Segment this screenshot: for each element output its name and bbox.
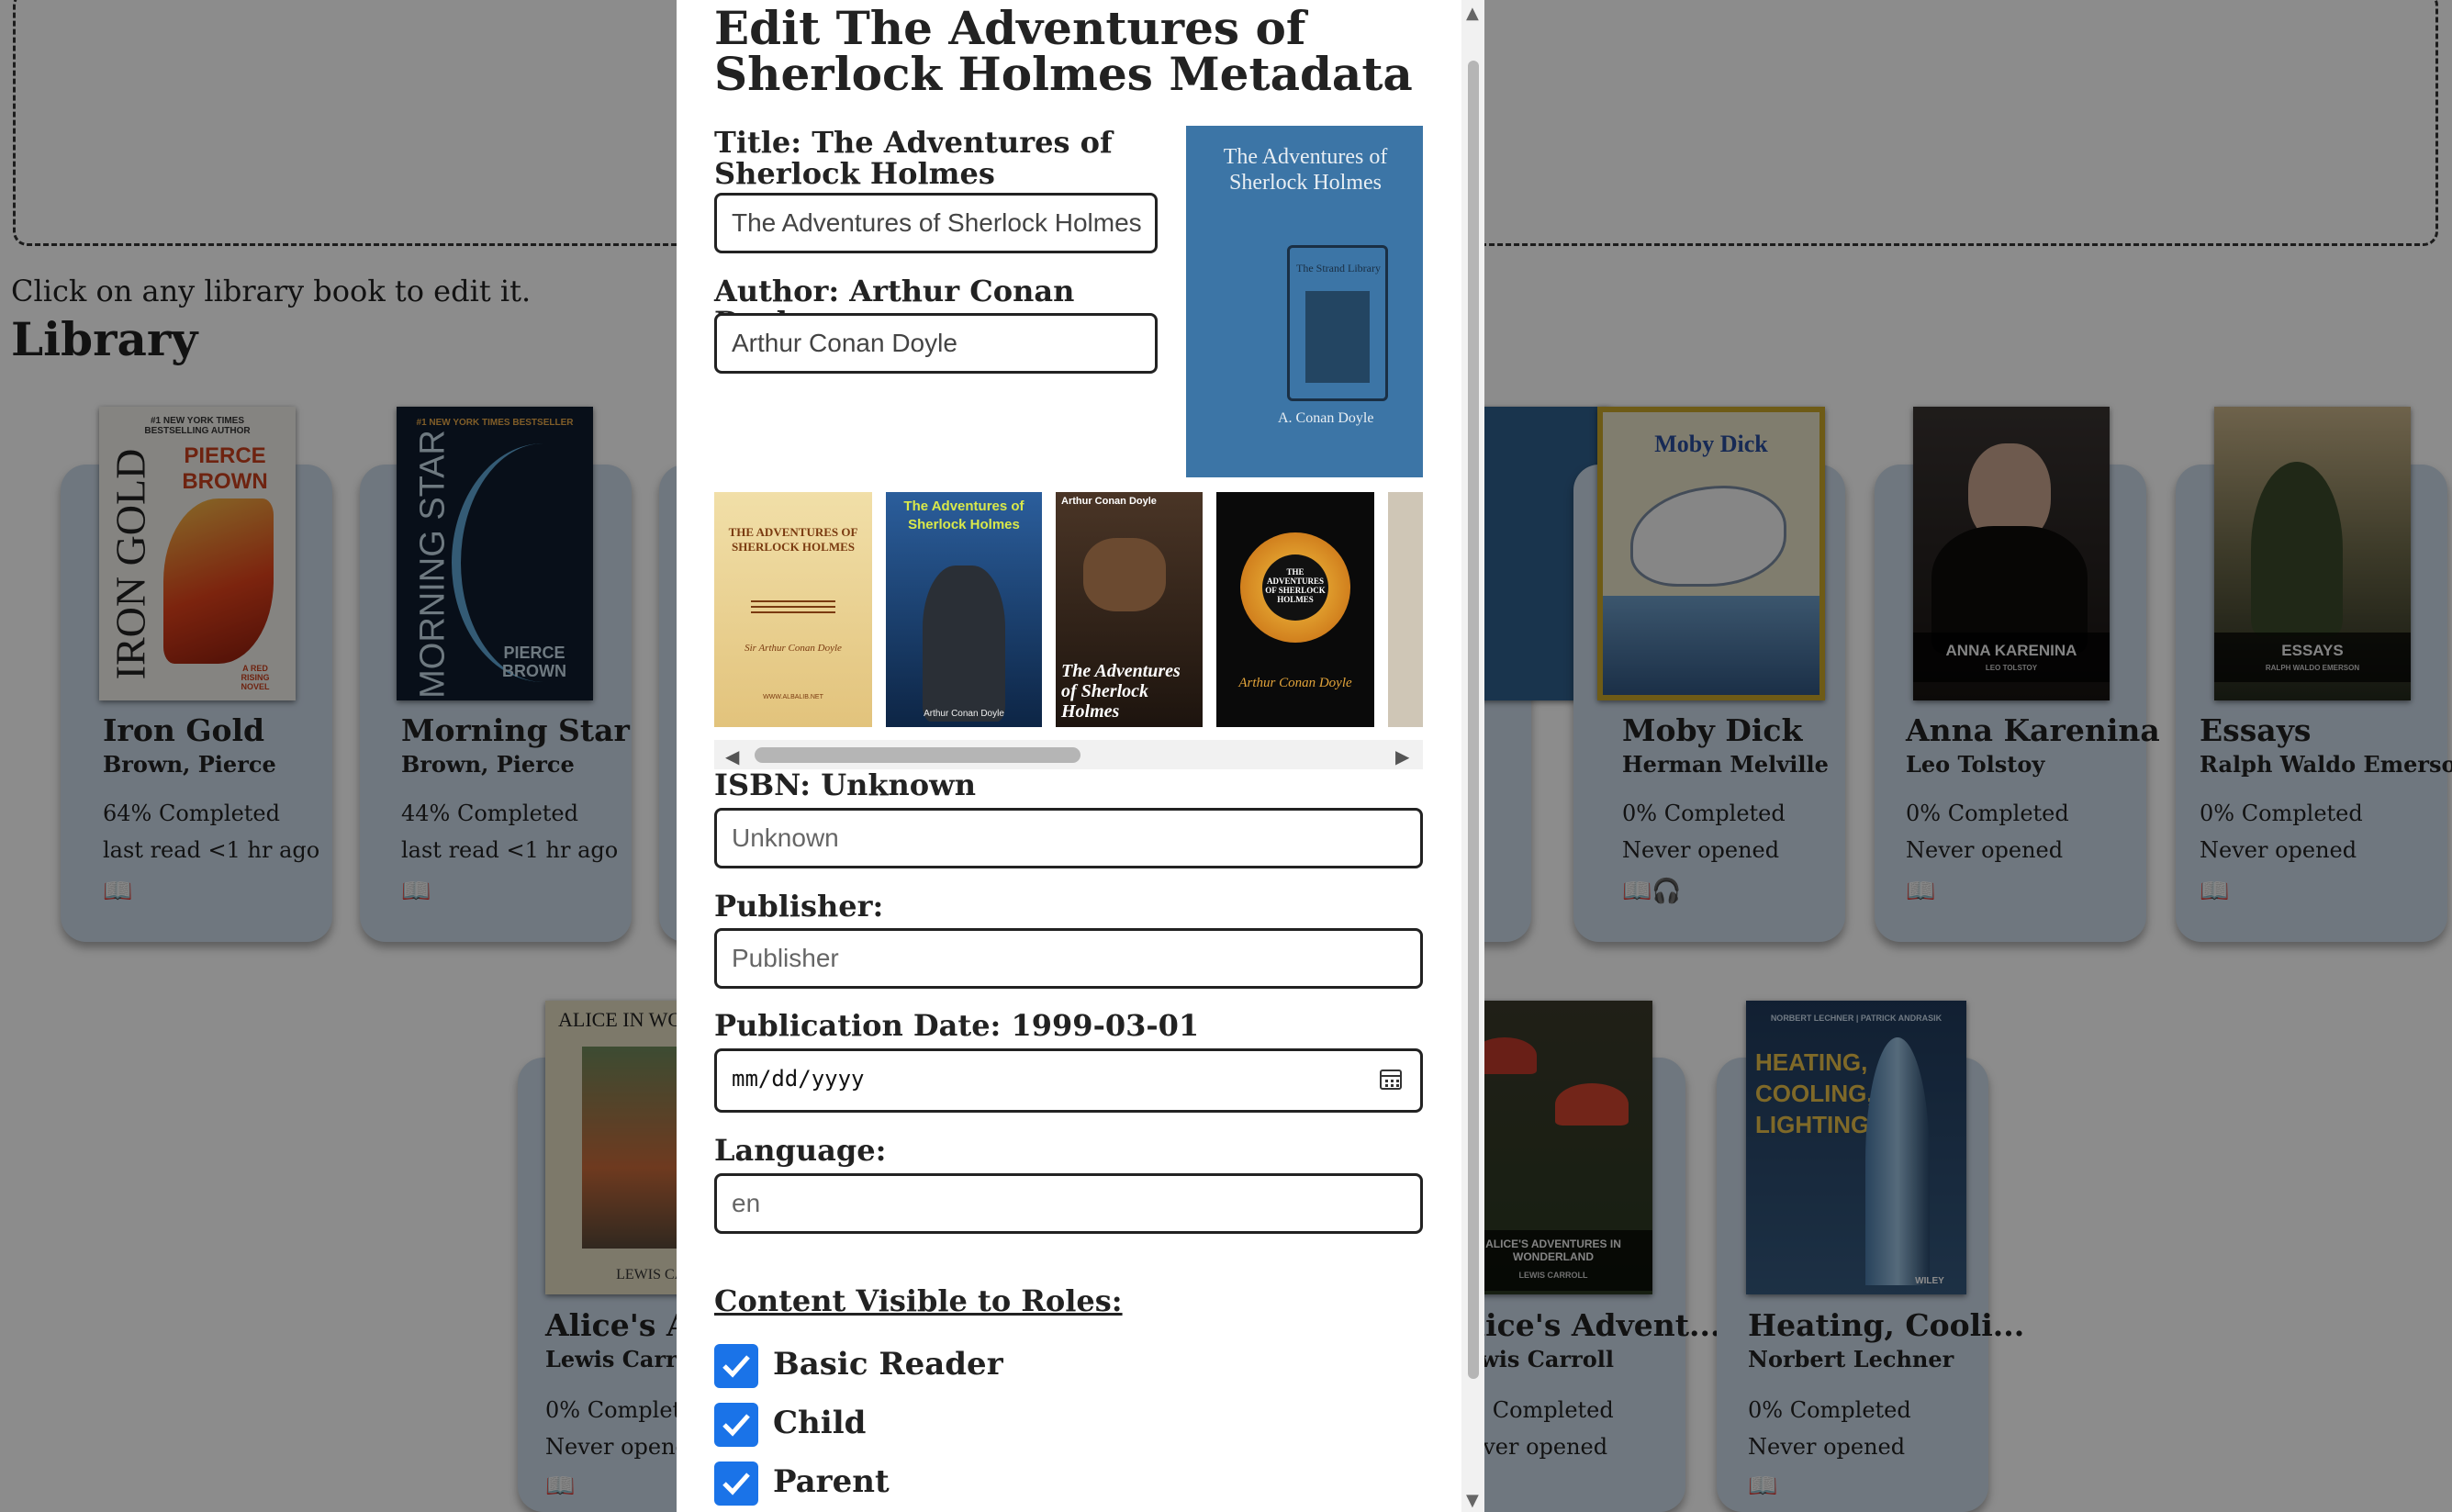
publisher-label: Publisher:: [714, 889, 884, 924]
publication-date-label: Publication Date: 1999-03-01: [714, 1008, 1200, 1043]
checkbox-checked-icon[interactable]: [714, 1462, 758, 1506]
language-label: Language:: [714, 1133, 887, 1168]
isbn-input[interactable]: Unknown: [714, 808, 1423, 868]
modal-title: Edit The Adventures of Sherlock Holmes M…: [714, 1, 1413, 101]
title-label: Title: The Adventures of Sherlock Holmes: [714, 125, 1113, 191]
scrollbar-thumb[interactable]: [755, 747, 1080, 763]
alt-cover-option[interactable]: THE ADVENTURES OF SHERLOCK HOLMES Arthur…: [1216, 492, 1374, 727]
author-input[interactable]: Arthur Conan Doyle: [714, 313, 1158, 374]
checkbox-checked-icon[interactable]: [714, 1344, 758, 1388]
publication-date-input[interactable]: mm/dd/yyyy: [714, 1048, 1423, 1113]
alt-cover-option[interactable]: Arthur Conan Doyle The Adventures of She…: [1056, 492, 1203, 727]
scroll-right-arrow-icon[interactable]: ▶: [1395, 745, 1409, 767]
title-input[interactable]: The Adventures of Sherlock Holmes: [714, 193, 1158, 253]
checkbox-checked-icon[interactable]: [714, 1403, 758, 1447]
covers-horizontal-scrollbar[interactable]: ◀ ▶: [714, 740, 1423, 769]
alt-cover-option[interactable]: The Adventures of Sherlock Holmes Arthur…: [886, 492, 1042, 727]
modal-vertical-scrollbar[interactable]: ▲ ▼: [1461, 0, 1484, 1512]
scroll-up-arrow-icon[interactable]: ▲: [1466, 4, 1479, 23]
scrollbar-thumb[interactable]: [1468, 61, 1479, 1379]
roles-heading: Content Visible to Roles:: [714, 1283, 1123, 1318]
scroll-down-arrow-icon[interactable]: ▼: [1466, 1491, 1479, 1510]
scroll-left-arrow-icon[interactable]: ◀: [725, 745, 739, 767]
isbn-label: ISBN: Unknown: [714, 767, 976, 802]
current-cover-image[interactable]: The Adventures of Sherlock Holmes The St…: [1186, 126, 1423, 477]
publisher-input[interactable]: Publisher: [714, 928, 1423, 989]
alt-cover-option[interactable]: [1388, 492, 1423, 727]
edit-metadata-modal: Edit The Adventures of Sherlock Holmes M…: [677, 0, 1484, 1512]
calendar-icon[interactable]: [1380, 1070, 1402, 1090]
alternate-covers-carousel[interactable]: THE ADVENTURES OF SHERLOCK HOLMES Sir Ar…: [714, 492, 1423, 727]
language-input[interactable]: en: [714, 1173, 1423, 1234]
alt-cover-option[interactable]: THE ADVENTURES OF SHERLOCK HOLMES Sir Ar…: [714, 492, 872, 727]
